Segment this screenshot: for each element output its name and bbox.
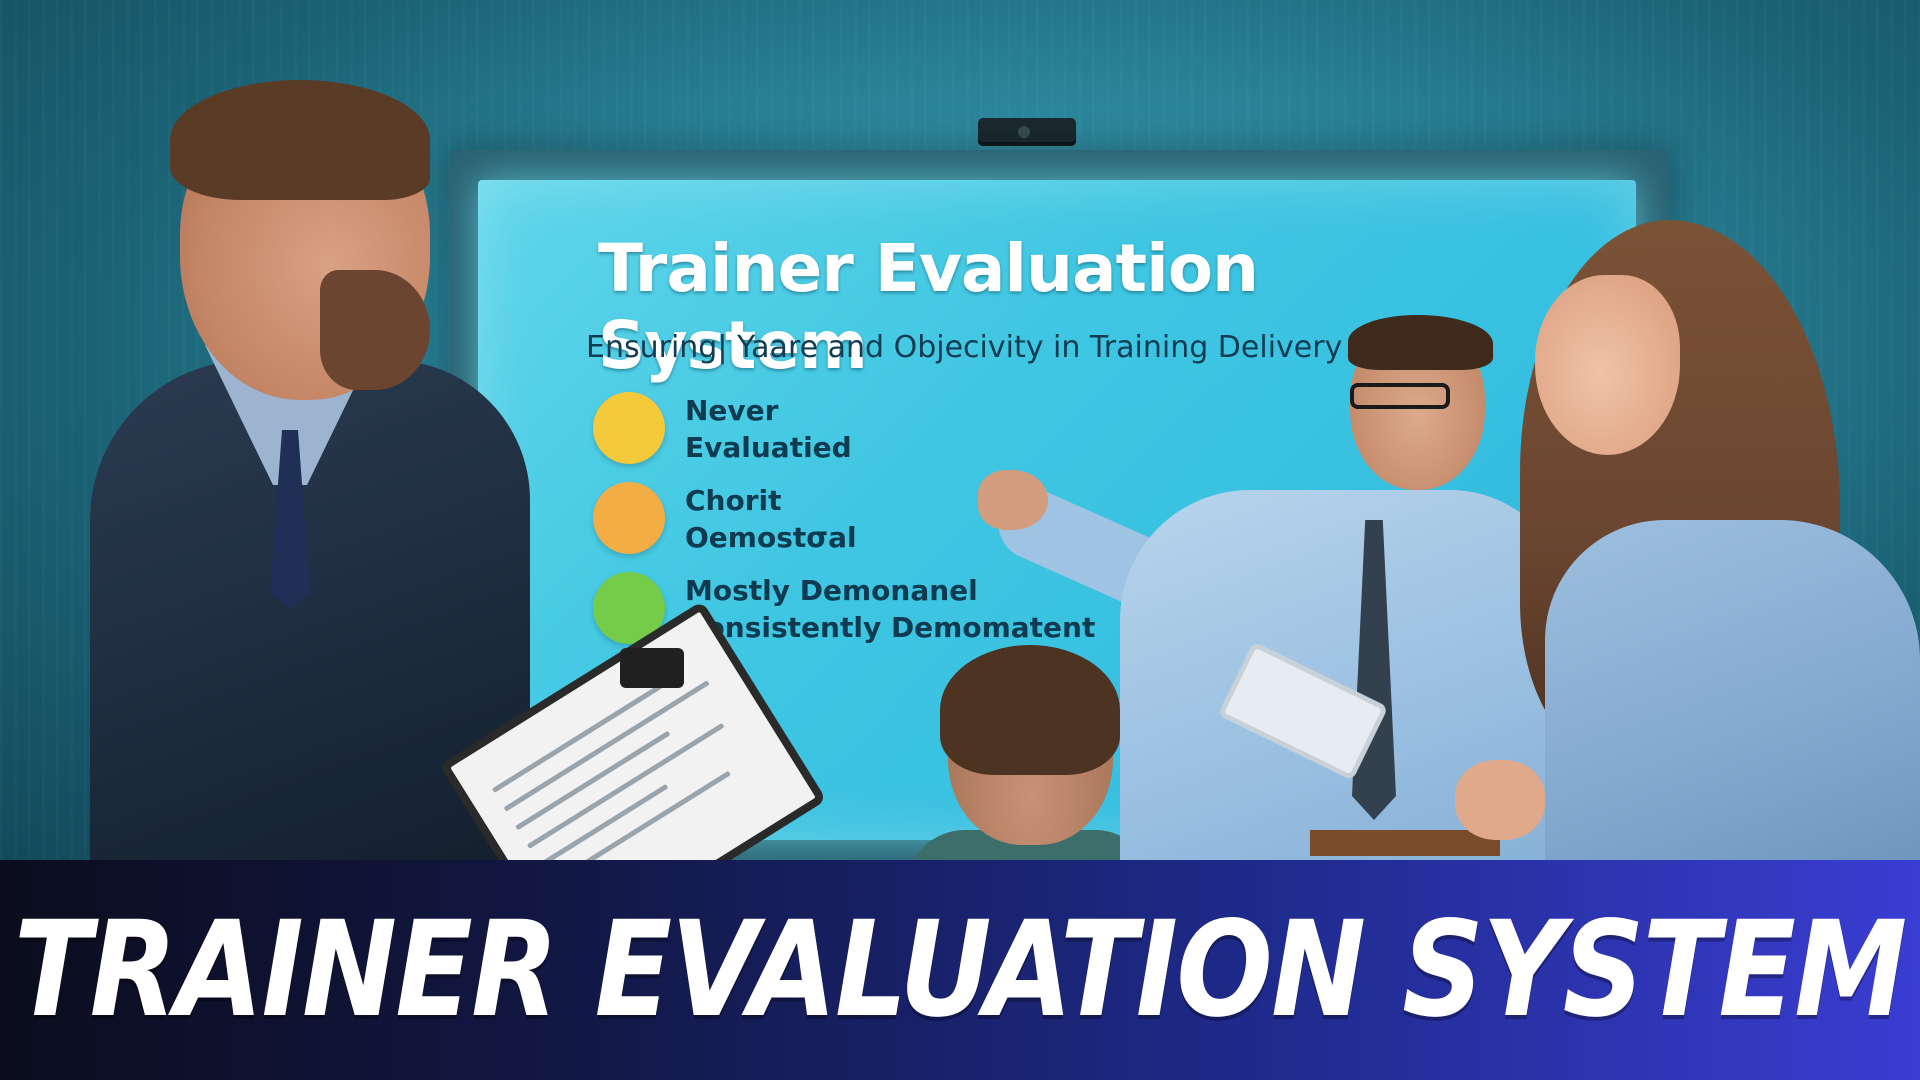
clipboard-clip-icon <box>620 648 684 688</box>
banner-title: TRAINER EVALUATION SYSTEM <box>14 893 1907 1047</box>
glasses-icon <box>1350 383 1450 409</box>
title-banner: TRAINER EVALUATION SYSTEM <box>0 860 1920 1080</box>
yellow-dot-icon <box>593 392 665 464</box>
woman-face <box>1535 275 1680 455</box>
legend-line-1: Mostly Demonanel <box>685 574 978 607</box>
legend-line-2: Evaluatied <box>685 431 852 464</box>
pointing-hand <box>978 470 1048 530</box>
beard <box>320 270 430 390</box>
presenter-belt <box>1310 830 1500 856</box>
webcam-icon <box>978 118 1076 146</box>
woman-blouse <box>1545 520 1920 860</box>
screen-subtitle: Ensuring| Yaare and Objecivity in Traini… <box>586 330 1343 365</box>
orange-dot-icon <box>593 482 665 554</box>
legend-line-1: Never <box>685 394 779 427</box>
legend-label: Mostly Demonanel Consistently Demomatent <box>685 572 1105 646</box>
photo-scene: Trainer Evaluation System Ensuring| Yaar… <box>0 0 1920 860</box>
legend-label: Never Evaluatied <box>685 392 1105 466</box>
legend-line-2: Consistently Demomatent <box>685 611 1096 644</box>
hair <box>170 80 430 200</box>
child-hair <box>940 645 1120 775</box>
woman-hand <box>1455 760 1545 840</box>
presenter-hair <box>1348 315 1493 370</box>
